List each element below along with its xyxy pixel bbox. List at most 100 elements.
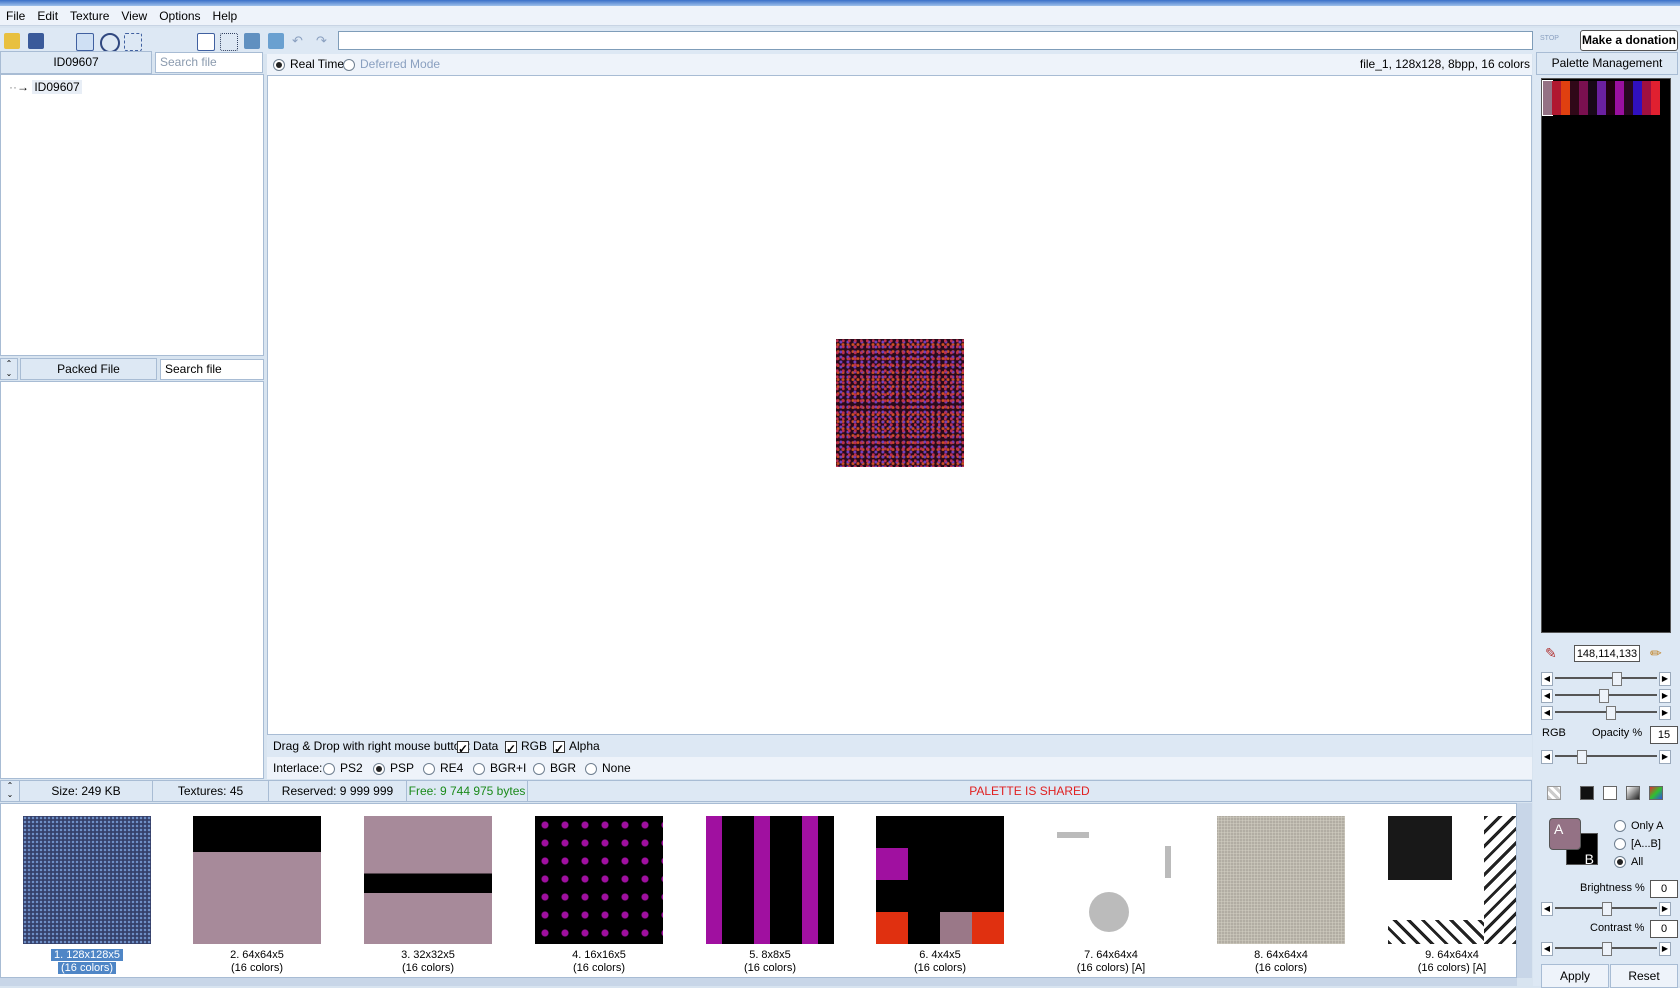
thumbnail-label-7[interactable]: 7. 64x64x4 (16 colors) [A] (1031, 949, 1191, 975)
palette-color-swatch[interactable] (1615, 81, 1624, 115)
thumbnail-9[interactable] (1388, 816, 1516, 944)
image-export-icon[interactable] (268, 33, 284, 49)
thumbnail-label-2[interactable]: 2. 64x64x5 (16 colors) (177, 949, 337, 975)
texture-preview[interactable] (836, 339, 964, 467)
interlace-bgri[interactable]: BGR+I (473, 757, 526, 779)
dd-data-checkbox[interactable] (457, 738, 469, 760)
checker-background-icon[interactable] (1547, 786, 1561, 800)
brightness-slider[interactable]: ◀ ▶ (1541, 900, 1671, 916)
deferred-option[interactable]: Deferred Mode (343, 54, 440, 75)
menu-file[interactable]: File (0, 9, 31, 23)
tree-header[interactable]: ID09607 (0, 51, 152, 74)
palette-color-swatch[interactable] (1624, 81, 1633, 115)
thumbnail-4[interactable] (535, 816, 663, 944)
deferred-radio[interactable] (343, 58, 355, 71)
eyedropper-icon[interactable]: ✎ (1545, 645, 1557, 662)
dd-rgb-checkbox[interactable] (505, 738, 517, 760)
palette-color-swatch[interactable] (1588, 81, 1597, 115)
menu-options[interactable]: Options (153, 9, 206, 23)
contrast-input[interactable]: 0 (1650, 920, 1678, 938)
thumbnail-vertical-scrollbar[interactable] (1517, 803, 1532, 978)
palette-color-swatch[interactable] (1542, 80, 1553, 116)
interlace-re4[interactable]: RE4 (423, 757, 463, 779)
palette-color-swatch[interactable] (1597, 81, 1606, 115)
blue-slider[interactable]: ◀ ▶ (1541, 704, 1671, 720)
palette-color-swatch[interactable] (1651, 81, 1660, 115)
rgb-value-input[interactable]: 148,114,133 (1574, 645, 1640, 662)
brightness-input[interactable]: 0 (1650, 880, 1678, 898)
thumbnail-2[interactable] (193, 816, 321, 944)
packed-sort-toggle[interactable]: ⌃ ⌄ (0, 358, 18, 380)
gradient-background-icon[interactable] (1626, 786, 1640, 800)
grid-icon[interactable] (76, 33, 94, 51)
interlace-ps2-radio[interactable] (323, 762, 335, 775)
palette-color-swatch[interactable] (1633, 81, 1642, 115)
path-input[interactable] (338, 31, 1533, 50)
palette-color-swatch[interactable] (1561, 81, 1570, 115)
thumb-sort-toggle[interactable]: ⌃ ⌄ (1, 781, 20, 801)
palette-grid[interactable] (1541, 78, 1671, 633)
selection-icon[interactable] (124, 33, 142, 51)
packed-search-input[interactable]: Search file (160, 359, 264, 380)
packed-header[interactable]: Packed File (20, 358, 157, 380)
mode-range[interactable]: [A...B] (1614, 838, 1661, 851)
palette-color-swatch[interactable] (1570, 81, 1579, 115)
red-slider[interactable]: ◀ ▶ (1541, 670, 1671, 686)
thumbnail-1[interactable] (23, 816, 151, 944)
thumbnail-label-1[interactable]: 1. 128x128x5 (16 colors) (7, 949, 167, 975)
mode-only-a[interactable]: Only A (1614, 820, 1663, 833)
thumbnail-label-4[interactable]: 4. 16x16x5 (16 colors) (519, 949, 679, 975)
opacity-slider[interactable]: ◀ ▶ (1541, 748, 1671, 764)
undo-icon[interactable]: ↶ (292, 33, 308, 49)
interlace-re4-radio[interactable] (423, 762, 435, 775)
color-background-icon[interactable] (1649, 786, 1663, 800)
thumbnail-5[interactable] (706, 816, 834, 944)
mode-all[interactable]: All (1614, 856, 1643, 869)
donate-button[interactable]: Make a donation (1580, 30, 1678, 51)
menu-edit[interactable]: Edit (31, 9, 64, 23)
palette-color-swatch[interactable] (1606, 81, 1615, 115)
apply-button[interactable]: Apply (1541, 964, 1609, 988)
stop-button[interactable]: STOP (1540, 35, 1559, 42)
mode-all-radio[interactable] (1614, 856, 1626, 869)
dd-rgb-option[interactable]: RGB (505, 735, 547, 760)
interlace-bgr-radio[interactable] (533, 762, 545, 775)
menu-help[interactable]: Help (207, 9, 244, 23)
thumbnail-label-6[interactable]: 6. 4x4x5 (16 colors) (860, 949, 1020, 975)
thumbnail-label-9[interactable]: 9. 64x64x4 (16 colors) [A] (1372, 949, 1532, 975)
thumbnail-7[interactable] (1047, 816, 1175, 944)
thumbnail-label-5[interactable]: 5. 8x8x5 (16 colors) (690, 949, 850, 975)
black-background-icon[interactable] (1580, 786, 1594, 800)
tree-search-input[interactable]: Search file (155, 52, 263, 73)
green-slider[interactable]: ◀ ▶ (1541, 687, 1671, 703)
thumbnail-8[interactable] (1217, 816, 1345, 944)
thumbnail-horizontal-scrollbar[interactable] (0, 978, 1517, 986)
dd-alpha-option[interactable]: Alpha (553, 735, 600, 760)
image-icon[interactable] (244, 33, 260, 49)
menu-view[interactable]: View (115, 9, 153, 23)
transparency-icon[interactable] (220, 33, 238, 51)
tree-item[interactable]: ··→ ID09607 (9, 80, 82, 94)
interlace-none-radio[interactable] (585, 762, 597, 775)
interlace-bgri-radio[interactable] (473, 762, 485, 775)
thumbnail-3[interactable] (364, 816, 492, 944)
interlace-ps2[interactable]: PS2 (323, 757, 363, 779)
menu-texture[interactable]: Texture (64, 9, 115, 23)
interlace-psp[interactable]: PSP (373, 757, 414, 779)
palette-color-swatch[interactable] (1642, 81, 1651, 115)
palette-color-swatch[interactable] (1552, 81, 1561, 115)
open-folder-icon[interactable] (4, 33, 20, 49)
realtime-option[interactable]: Real Time (273, 54, 344, 75)
mode-only-a-radio[interactable] (1614, 820, 1626, 833)
thumbnail-6[interactable] (876, 816, 1004, 944)
dd-data-option[interactable]: Data (457, 735, 498, 760)
redo-icon[interactable]: ↷ (316, 33, 332, 49)
interlace-psp-radio[interactable] (373, 762, 385, 775)
thumbnail-label-8[interactable]: 8. 64x64x4 (16 colors) (1201, 949, 1361, 975)
interlace-bgr[interactable]: BGR (533, 757, 576, 779)
save-icon[interactable] (28, 33, 44, 49)
reset-button[interactable]: Reset (1610, 964, 1678, 988)
checklist-icon[interactable] (197, 33, 215, 51)
white-background-icon[interactable] (1603, 786, 1617, 800)
palette-color-swatch[interactable] (1579, 81, 1588, 115)
